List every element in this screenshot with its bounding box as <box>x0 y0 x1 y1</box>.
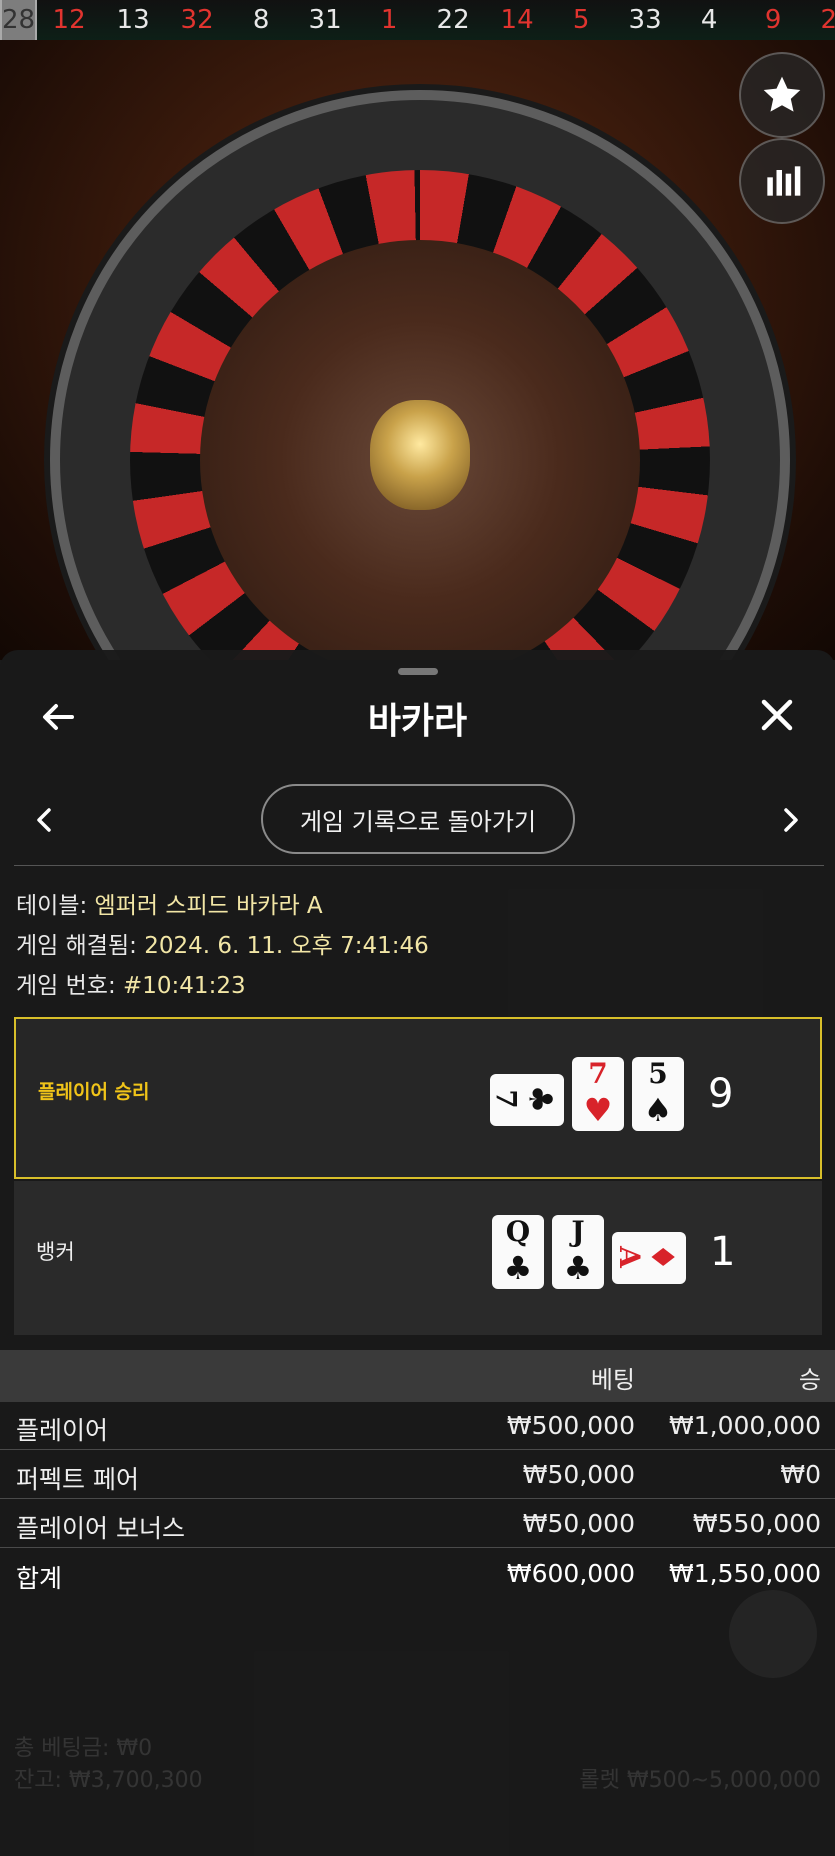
game-number-label: 게임 번호: <box>16 973 116 999</box>
favorite-button[interactable] <box>739 52 825 138</box>
history-number: 13 <box>116 5 150 35</box>
card-suit-icon: ♠ <box>643 1091 673 1129</box>
card-rank: J <box>571 1215 585 1248</box>
table-info-label: 테이블: <box>16 893 88 919</box>
sheet-grabber[interactable] <box>398 668 438 675</box>
history-number: 32 <box>180 5 214 35</box>
bet-amount: ₩500,000 <box>506 1411 635 1440</box>
history-number: 8 <box>252 5 270 35</box>
player-result-label: 플레이어 승리 <box>38 1081 150 1103</box>
card-suit-icon: ♦ <box>643 1242 682 1272</box>
table-row: 퍼펙트 페어 ₩50,000 ₩0 <box>0 1451 835 1499</box>
total-label: 합계 <box>16 1564 63 1593</box>
history-number: 4 <box>700 5 718 35</box>
bet-type: 플레이어 <box>16 1416 109 1445</box>
close-button[interactable] <box>757 695 797 735</box>
back-to-history-button[interactable]: 게임 기록으로 돌아가기 <box>261 784 575 854</box>
history-current-number: 28 <box>0 0 38 42</box>
player-card: 7 ♥ <box>572 1057 624 1131</box>
win-column-header: 승 <box>798 1366 821 1394</box>
win-amount: ₩550,000 <box>692 1509 821 1538</box>
player-score: 9 <box>708 1071 734 1117</box>
card-suit-icon: ♥ <box>583 1091 613 1129</box>
card-suit-icon: ♣ <box>563 1249 593 1287</box>
sheet-title: 바카라 <box>367 701 468 742</box>
game-number-value: #10:41:23 <box>123 973 246 999</box>
card-rank: 7 <box>588 1057 608 1090</box>
bet-column-header: 베팅 <box>590 1366 635 1394</box>
history-number: 31 <box>308 5 342 35</box>
chevron-right-icon <box>784 808 798 832</box>
player-card: 5 ♠ <box>632 1057 684 1131</box>
resolved-info: 게임 해결됨: 2024. 6. 11. 오후 7:41:46 <box>16 926 429 960</box>
roulette-video <box>0 40 835 660</box>
statistics-button[interactable] <box>739 138 825 224</box>
banker-cards: Q ♣ J ♣ A ♦ 1 <box>492 1215 735 1289</box>
bet-type: 퍼펙트 페어 <box>16 1465 139 1494</box>
history-number: 12 <box>52 5 86 35</box>
banker-result: 뱅커 Q ♣ J ♣ A ♦ 1 <box>14 1181 822 1335</box>
banker-card: J ♣ <box>552 1215 604 1289</box>
table-row: 플레이어 보너스 ₩50,000 ₩550,000 <box>0 1500 835 1548</box>
win-amount: ₩1,000,000 <box>669 1411 821 1440</box>
player-card: 7 ♣ <box>490 1074 564 1126</box>
wheel-turret <box>370 400 470 510</box>
ghost-balance: 잔고: ₩3,700,300 <box>14 1768 203 1793</box>
ghost-total-bet: 총 베팅금: ₩0 <box>14 1736 153 1761</box>
card-rank: A <box>612 1246 646 1268</box>
result-history-bar: 28 12 13 32 8 31 1 22 14 5 33 4 9 23 <box>0 0 835 42</box>
history-number: 9 <box>764 5 782 35</box>
card-rank: 7 <box>489 1089 523 1109</box>
win-amount: ₩0 <box>780 1460 821 1489</box>
chevron-left-icon <box>37 808 51 832</box>
card-suit-icon: ♣ <box>503 1249 533 1287</box>
roulette-wheel <box>50 90 790 660</box>
card-suit-icon: ♣ <box>521 1084 560 1114</box>
player-cards: 7 ♣ 7 ♥ 5 ♠ 9 <box>490 1057 733 1131</box>
next-game-button[interactable] <box>777 802 805 838</box>
ghost-limits: 롤렛 ₩500~5,000,000 <box>579 1768 821 1793</box>
history-list: 12 13 32 8 31 1 22 14 5 33 4 9 23 <box>37 0 835 40</box>
banker-card: Q ♣ <box>492 1215 544 1289</box>
table-row: 플레이어 ₩500,000 ₩1,000,000 <box>0 1402 835 1450</box>
card-rank: 5 <box>648 1057 668 1090</box>
previous-game-button[interactable] <box>30 802 58 838</box>
divider <box>14 865 824 866</box>
resolved-info-value: 2024. 6. 11. 오후 7:41:46 <box>144 933 429 959</box>
total-win: ₩1,550,000 <box>669 1559 821 1588</box>
history-number: 5 <box>572 5 590 35</box>
game-history-sheet: 바카라 게임 기록으로 돌아가기 테이블: 엠퍼러 스피드 바카라 A 게임 해… <box>0 650 835 1856</box>
player-result: 플레이어 승리 7 ♣ 7 ♥ 5 ♠ 9 <box>14 1017 822 1179</box>
banker-score: 1 <box>710 1229 736 1275</box>
bet-amount: ₩50,000 <box>522 1509 635 1538</box>
game-number-info: 게임 번호: #10:41:23 <box>16 966 246 1000</box>
banker-result-label: 뱅커 <box>36 1240 75 1264</box>
history-number: 23 <box>820 5 835 35</box>
table-info-value: 엠퍼러 스피드 바카라 A <box>94 893 323 919</box>
history-number: 22 <box>436 5 470 35</box>
table-info: 테이블: 엠퍼러 스피드 바카라 A <box>16 886 323 920</box>
bets-table-header: 베팅 승 <box>0 1350 835 1402</box>
bets-total-row: 합계 ₩600,000 ₩1,550,000 <box>0 1550 835 1598</box>
history-number: 1 <box>380 5 398 35</box>
total-bet: ₩600,000 <box>506 1559 635 1588</box>
menu-button-ghost <box>729 1590 817 1678</box>
bet-type: 플레이어 보너스 <box>16 1514 185 1543</box>
bar-chart-icon <box>767 166 801 196</box>
history-number: 33 <box>628 5 662 35</box>
banker-card: A ♦ <box>612 1232 686 1284</box>
resolved-info-label: 게임 해결됨: <box>16 933 137 959</box>
bet-amount: ₩50,000 <box>522 1460 635 1489</box>
close-icon <box>761 699 793 731</box>
history-number: 14 <box>500 5 534 35</box>
card-rank: Q <box>505 1215 531 1248</box>
star-icon <box>763 76 801 112</box>
